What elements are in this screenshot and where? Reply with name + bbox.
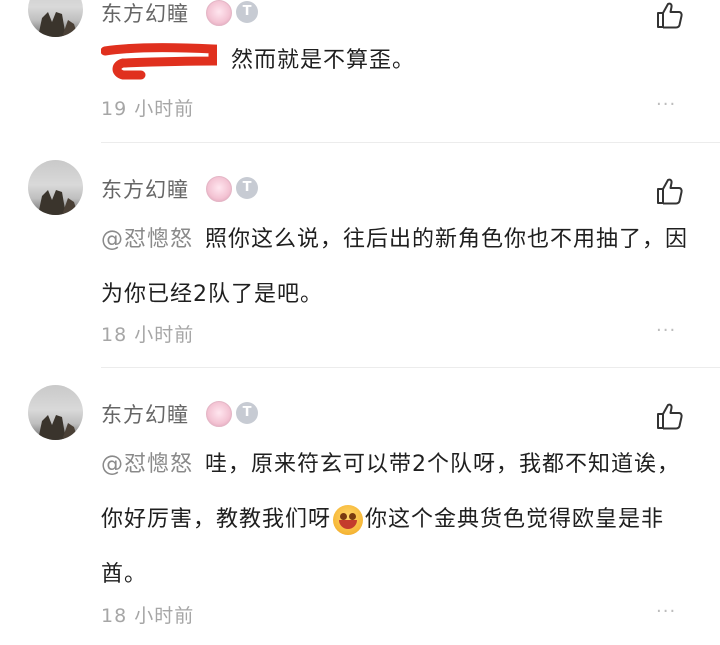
- mention-link[interactable]: @怼憁怒: [101, 452, 193, 477]
- avatar[interactable]: [28, 160, 83, 215]
- comment-body: 然而就是不算歪。: [231, 48, 416, 73]
- more-dots-icon[interactable]: ···: [656, 601, 676, 622]
- more-dots-icon[interactable]: ···: [656, 94, 676, 115]
- thumbs-up-icon[interactable]: [654, 0, 684, 30]
- divider: [101, 142, 720, 143]
- comment-text: 然而就是不算歪。: [101, 33, 691, 88]
- level-t-icon: T: [236, 402, 258, 424]
- more-dots-icon[interactable]: ···: [656, 320, 676, 341]
- timestamp: 18 小时前: [101, 605, 195, 627]
- level-t-icon: T: [236, 177, 258, 199]
- avatar[interactable]: [28, 385, 83, 440]
- divider: [101, 367, 720, 368]
- avatar-badge-icon: [206, 176, 232, 202]
- username[interactable]: 东方幻瞳: [101, 174, 189, 204]
- comment-text: @怼憁怒 哇，原来符玄可以带2个队呀，我都不知道诶，你好厉害，教教我们呀 你这个金典…: [101, 437, 691, 602]
- avatar-badge-icon: [206, 401, 232, 427]
- redacted-mention: [101, 43, 217, 80]
- username[interactable]: 东方幻瞳: [101, 0, 189, 28]
- thumbs-up-icon[interactable]: [654, 176, 684, 206]
- comment-text: @怼憁怒 照你这么说，往后出的新角色你也不用抽了，因为你已经2队了是吧。: [101, 212, 691, 322]
- mention-link[interactable]: @怼憁怒: [101, 227, 193, 252]
- timestamp: 18 小时前: [101, 324, 195, 346]
- avatar[interactable]: [28, 0, 83, 37]
- avatar-badge-icon: [206, 0, 232, 26]
- username[interactable]: 东方幻瞳: [101, 399, 189, 429]
- timestamp: 19 小时前: [101, 98, 195, 120]
- level-t-icon: T: [236, 1, 258, 23]
- grinning-emoji-icon: [333, 505, 364, 535]
- thumbs-up-icon[interactable]: [654, 401, 684, 431]
